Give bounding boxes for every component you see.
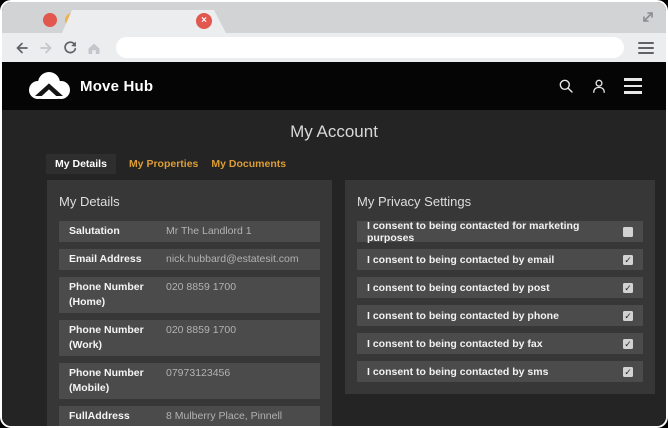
home-icon[interactable]	[86, 40, 102, 56]
post-consent-checkbox[interactable]	[623, 282, 633, 293]
window-close-button[interactable]	[43, 13, 57, 27]
page-content: My Account My Details My Properties My D…	[2, 110, 666, 426]
email-consent-checkbox[interactable]	[623, 254, 633, 265]
tab-my-properties[interactable]: My Properties	[129, 154, 198, 174]
detail-row-email: Email Address nick.hubbard@estatesit.com	[59, 249, 320, 270]
reload-icon[interactable]	[62, 40, 78, 56]
fax-consent-checkbox[interactable]	[623, 338, 633, 349]
detail-row-phone-home: Phone Number (Home)020 8859 1700	[59, 277, 320, 313]
tab-close-icon[interactable]: ×	[196, 13, 212, 29]
my-details-panel: My Details Salutation Mr The Landlord 1 E…	[47, 180, 332, 426]
privacy-row-email: I consent to being contacted by email	[357, 249, 643, 270]
window-resize-icon[interactable]	[640, 9, 656, 25]
nav-menu-icon[interactable]	[624, 74, 642, 97]
privacy-row-marketing: I consent to being contacted for marketi…	[357, 220, 643, 244]
movehub-logo-icon[interactable]	[26, 71, 72, 101]
back-icon[interactable]	[14, 40, 30, 56]
phone-consent-checkbox[interactable]	[623, 310, 633, 321]
account-tabs: My Details My Properties My Documents	[46, 154, 666, 174]
address-bar-input[interactable]	[116, 37, 624, 58]
detail-row-full-address: FullAddress8 Mulberry Place, Pinnell Roa…	[59, 406, 320, 426]
details-panel-title: My Details	[59, 194, 120, 209]
privacy-row-sms: I consent to being contacted by sms	[357, 361, 643, 382]
marketing-consent-checkbox[interactable]	[623, 226, 633, 237]
detail-row-salutation: Salutation Mr The Landlord 1	[59, 221, 320, 242]
browser-window: × Move Hub My Account My Details My Prop…	[0, 0, 668, 428]
privacy-settings-panel: My Privacy Settings I consent to being c…	[345, 180, 655, 394]
privacy-panel-title: My Privacy Settings	[357, 194, 472, 209]
site-header: Move Hub	[2, 62, 666, 110]
browser-menu-icon[interactable]	[638, 39, 654, 57]
page-title: My Account	[290, 122, 378, 141]
privacy-row-phone: I consent to being contacted by phone	[357, 305, 643, 326]
brand-name[interactable]: Move Hub	[80, 78, 153, 95]
privacy-row-fax: I consent to being contacted by fax	[357, 333, 643, 354]
detail-row-phone-mobile: Phone Number (Mobile)07973123456	[59, 363, 320, 399]
privacy-row-post: I consent to being contacted by post	[357, 277, 643, 298]
browser-toolbar	[2, 33, 666, 62]
tab-my-documents[interactable]: My Documents	[211, 154, 286, 174]
forward-icon[interactable]	[38, 40, 54, 56]
tab-my-details[interactable]: My Details	[46, 154, 116, 174]
browser-titlebar: ×	[2, 2, 666, 33]
browser-tab[interactable]: ×	[62, 10, 226, 33]
detail-row-phone-work: Phone Number (Work)020 8859 1700	[59, 320, 320, 356]
search-icon[interactable]	[558, 78, 574, 94]
user-icon[interactable]	[591, 78, 607, 94]
sms-consent-checkbox[interactable]	[623, 366, 633, 377]
